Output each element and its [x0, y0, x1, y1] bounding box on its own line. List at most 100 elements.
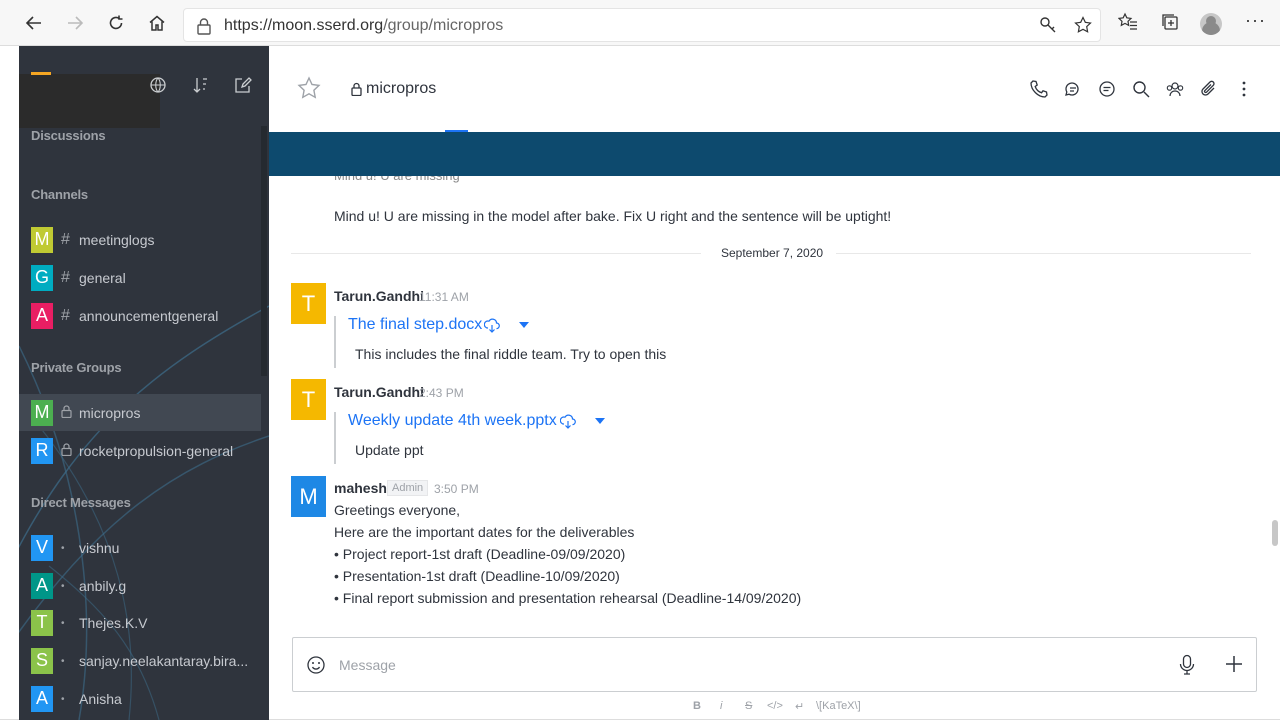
status-dot-icon: • — [61, 543, 65, 554]
room-banner — [269, 132, 1280, 176]
lock-icon — [351, 82, 362, 96]
download-icon[interactable] — [560, 414, 576, 430]
channel-avatar: A — [31, 302, 53, 329]
sidebar-item-micropros[interactable]: M micropros — [19, 394, 261, 431]
back-icon[interactable] — [20, 9, 48, 37]
discussion-icon[interactable] — [1097, 79, 1117, 99]
sidebar: Discussions Channels M # meetinglogs G #… — [19, 46, 269, 720]
clipped-text: Mind u! U are missing — [334, 176, 460, 183]
message-line: • Final report submission and presentati… — [334, 590, 802, 606]
create-new-icon[interactable] — [234, 76, 254, 96]
emoji-icon[interactable] — [306, 655, 326, 675]
date-divider: September 7, 2020 — [291, 246, 1251, 260]
favorite-star-icon[interactable] — [1074, 16, 1092, 39]
format-multiline-button[interactable]: ↵ — [795, 700, 804, 713]
home-icon[interactable] — [143, 9, 171, 37]
user-avatar: V — [31, 534, 53, 561]
url-text: https://moon.sserd.org/group/micropros — [224, 17, 504, 34]
hash-icon: # — [61, 306, 70, 324]
message-composer — [292, 637, 1257, 692]
avatar[interactable]: M — [291, 476, 326, 517]
call-icon[interactable] — [1029, 79, 1049, 99]
sidebar-item-rocketpropulsion-general[interactable]: R rocketpropulsion-general — [19, 432, 261, 469]
sort-icon[interactable] — [192, 76, 212, 96]
message-text: Mind u! U are missing in the model after… — [334, 208, 892, 224]
sidebar-item-label: general — [79, 269, 126, 286]
sidebar-item-announcementgeneral[interactable]: A # announcementgeneral — [19, 297, 261, 334]
sidebar-item-dm[interactable]: V • vishnu — [19, 529, 261, 566]
date-label: September 7, 2020 — [721, 246, 824, 260]
threads-icon[interactable] — [1063, 79, 1083, 99]
message-username[interactable]: Tarun.Gandhi — [334, 384, 424, 400]
file-description: This includes the final riddle team. Try… — [355, 346, 667, 362]
format-code-button[interactable]: </> — [767, 700, 783, 712]
status-dot-icon: • — [61, 581, 65, 592]
message-line: Here are the important dates for the del… — [334, 524, 635, 540]
favorite-star-icon[interactable] — [297, 76, 321, 100]
format-katex-button[interactable]: \[KaTeX\] — [816, 700, 861, 712]
section-channels: Channels — [31, 187, 88, 202]
hash-icon: # — [61, 230, 70, 248]
attachment-icon[interactable] — [1199, 79, 1219, 99]
lock-icon — [61, 442, 72, 459]
search-icon[interactable] — [1131, 79, 1151, 99]
sidebar-item-label: meetinglogs — [79, 231, 155, 248]
favorites-icon[interactable] — [1117, 12, 1138, 37]
sidebar-item-dm[interactable]: S • sanjay.neelakantaray.bira... — [19, 642, 261, 679]
kebab-menu-icon[interactable] — [1234, 79, 1254, 99]
user-status-area[interactable] — [19, 74, 160, 128]
format-strike-button[interactable]: S — [745, 700, 752, 712]
sidebar-item-dm[interactable]: T • Thejes.K.V — [19, 604, 261, 641]
sidebar-scrollbar[interactable] — [261, 126, 267, 376]
sidebar-item-label: sanjay.neelakantaray.bira... — [79, 652, 249, 669]
sidebar-item-meetinglogs[interactable]: M # meetinglogs — [19, 221, 261, 258]
browser-toolbar: https://moon.sserd.org/group/micropros ·… — [0, 0, 1280, 46]
refresh-icon[interactable] — [102, 9, 130, 37]
microphone-icon[interactable] — [1178, 654, 1196, 676]
sidebar-item-general[interactable]: G # general — [19, 259, 261, 296]
key-icon[interactable] — [1039, 16, 1057, 39]
more-options-icon[interactable]: ··· — [1245, 10, 1266, 31]
format-italic-button[interactable]: i — [720, 700, 722, 712]
sidebar-item-label: anbily.g — [79, 577, 127, 594]
channel-avatar: M — [31, 226, 53, 253]
collapse-caret-icon[interactable] — [519, 322, 529, 328]
hash-icon: # — [61, 268, 70, 286]
address-bar[interactable]: https://moon.sserd.org/group/micropros — [183, 8, 1101, 42]
profile-avatar[interactable] — [1200, 13, 1222, 35]
user-avatar: S — [31, 647, 53, 674]
message-input[interactable] — [339, 654, 1139, 676]
avatar[interactable]: T — [291, 283, 326, 324]
sidebar-item-dm[interactable]: A • Anisha — [19, 680, 261, 717]
divider-line — [291, 253, 701, 254]
directory-icon[interactable] — [149, 76, 169, 96]
forward-icon[interactable] — [61, 9, 89, 37]
avatar[interactable]: T — [291, 379, 326, 420]
messages-scrollbar[interactable] — [1272, 520, 1278, 546]
user-avatar: A — [31, 572, 53, 599]
file-attachment: Weekly update 4th week.pptx Update ppt — [334, 412, 754, 464]
message-username[interactable]: Tarun.Gandhi — [334, 288, 424, 304]
add-icon[interactable] — [1223, 653, 1245, 675]
room-header: micropros — [269, 46, 1280, 132]
message-username[interactable]: mahesh — [334, 480, 387, 496]
message-list: Mind u! U are missing Mind u! U are miss… — [269, 176, 1280, 626]
format-bold-button[interactable]: B — [693, 700, 701, 712]
message-line: • Presentation-1st draft (Deadline-10/09… — [334, 568, 620, 584]
user-avatar: A — [31, 685, 53, 712]
collapse-caret-icon[interactable] — [595, 418, 605, 424]
sidebar-item-dm[interactable]: A • anbily.g — [19, 567, 261, 604]
file-link[interactable]: Weekly update 4th week.pptx — [348, 412, 557, 430]
collections-icon[interactable] — [1160, 12, 1180, 37]
download-icon[interactable] — [484, 318, 500, 334]
message-time: 3:50 PM — [434, 482, 479, 496]
user-avatar: T — [31, 609, 53, 636]
sidebar-item-label: rocketpropulsion-general — [79, 442, 234, 459]
members-icon[interactable] — [1165, 79, 1185, 99]
message-time: 11:31 AM — [419, 290, 469, 304]
group-avatar: R — [31, 437, 53, 464]
sidebar-item-label: Thejes.K.V — [79, 614, 148, 631]
sidebar-item-label: vishnu — [79, 539, 120, 556]
room-name: micropros — [366, 80, 437, 97]
file-link[interactable]: The final step.docx — [348, 316, 482, 334]
